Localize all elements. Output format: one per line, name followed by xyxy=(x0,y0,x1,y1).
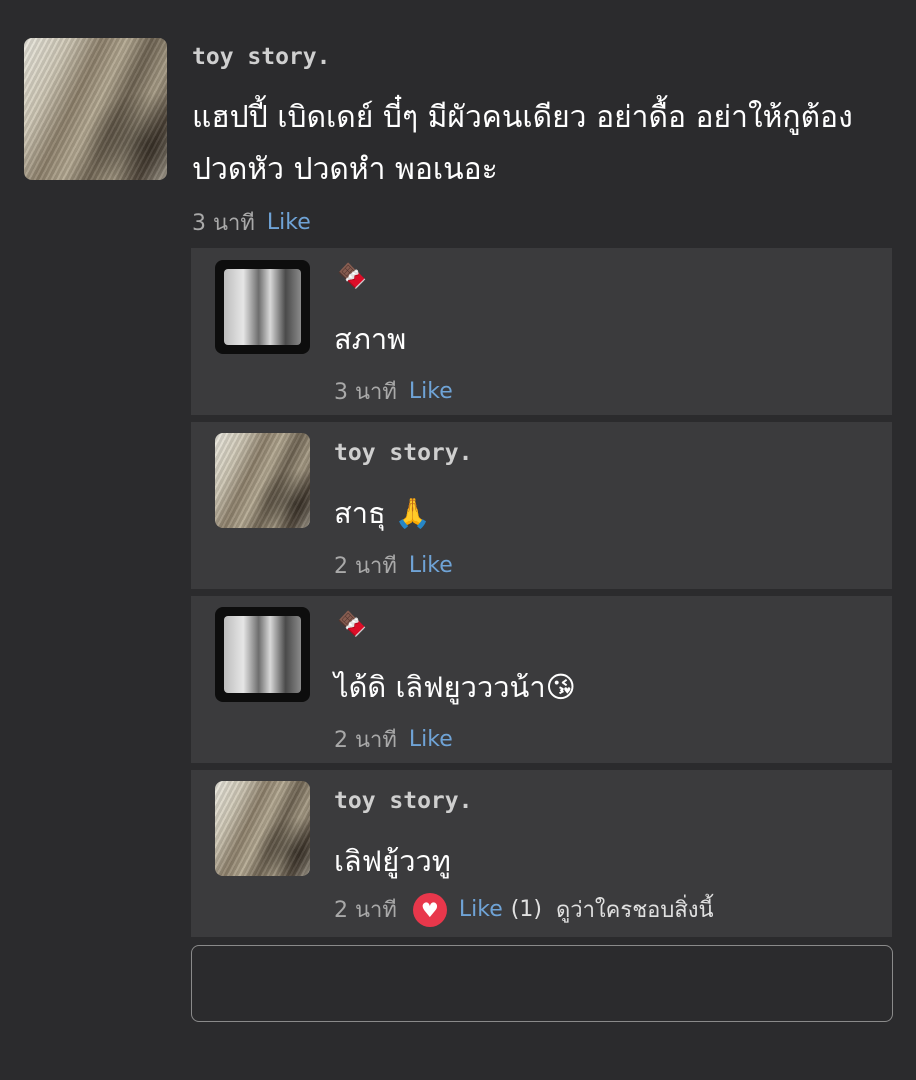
reply-like-button[interactable]: Like xyxy=(409,379,453,404)
reply-item: 🍫 สภาพ 3 นาที Like xyxy=(191,248,892,415)
avatar-photo xyxy=(224,269,301,345)
who-liked-link[interactable]: ดูว่าใครชอบสิ่งนี้ xyxy=(556,892,714,927)
like-count: (1) xyxy=(510,897,542,922)
reply-meta: 2 นาที Like xyxy=(334,548,453,583)
reply-text: เลิฟยู้ววทู xyxy=(334,844,451,878)
reply-text: สภาพ xyxy=(334,322,407,356)
heart-icon: ♥ xyxy=(412,892,447,927)
reply-time: 3 นาที xyxy=(334,380,397,405)
reply-item: 🍫 ได้ดิ เลิฟยูวววน้า😘 2 นาที Like xyxy=(191,596,892,763)
reply-meta: 2 นาที ♥ Like (1) ดูว่าใครชอบสิ่งนี้ xyxy=(334,892,714,927)
post-author-avatar[interactable] xyxy=(24,38,167,180)
reply-author-name[interactable]: 🍫 xyxy=(337,610,367,638)
reply-time: 2 นาที xyxy=(334,728,397,753)
reply-author-avatar[interactable] xyxy=(215,781,310,876)
post-meta: 3 นาที Like xyxy=(192,205,311,240)
reply-like-button[interactable]: Like xyxy=(409,727,453,752)
post-text: แฮปปี้ เบิดเดย์ บี๋ๆ มีผัวคนเดียว อย่าดื… xyxy=(192,100,853,187)
reply-item: toy story. เลิฟยู้ววทู 2 นาที ♥ Like (1)… xyxy=(191,770,892,937)
reply-text: สาธุ 🙏 xyxy=(334,496,432,530)
reply-input[interactable] xyxy=(191,945,893,1022)
reply-author-avatar[interactable] xyxy=(215,260,310,354)
avatar-photo xyxy=(224,616,301,693)
reply-time: 2 นาที xyxy=(334,554,397,579)
reply-author-avatar[interactable] xyxy=(215,607,310,702)
reply-text: ได้ดิ เลิฟยูวววน้า😘 xyxy=(334,670,576,704)
reply-like-button[interactable]: Like xyxy=(459,897,503,922)
post-like-button[interactable]: Like xyxy=(267,210,311,235)
reply-meta: 2 นาที Like xyxy=(334,722,453,757)
reply-author-name[interactable]: toy story. xyxy=(334,788,472,814)
post-author-name[interactable]: toy story. xyxy=(192,44,330,70)
reply-author-name[interactable]: toy story. xyxy=(334,440,472,466)
reply-author-avatar[interactable] xyxy=(215,433,310,528)
reply-time: 2 นาที xyxy=(334,898,397,923)
post-time: 3 นาที xyxy=(192,211,255,236)
reply-item: toy story. สาธุ 🙏 2 นาที Like xyxy=(191,422,892,589)
reply-like-button[interactable]: Like xyxy=(409,553,453,578)
reply-author-name[interactable]: 🍫 xyxy=(337,262,367,290)
reply-meta: 3 นาที Like xyxy=(334,374,453,409)
